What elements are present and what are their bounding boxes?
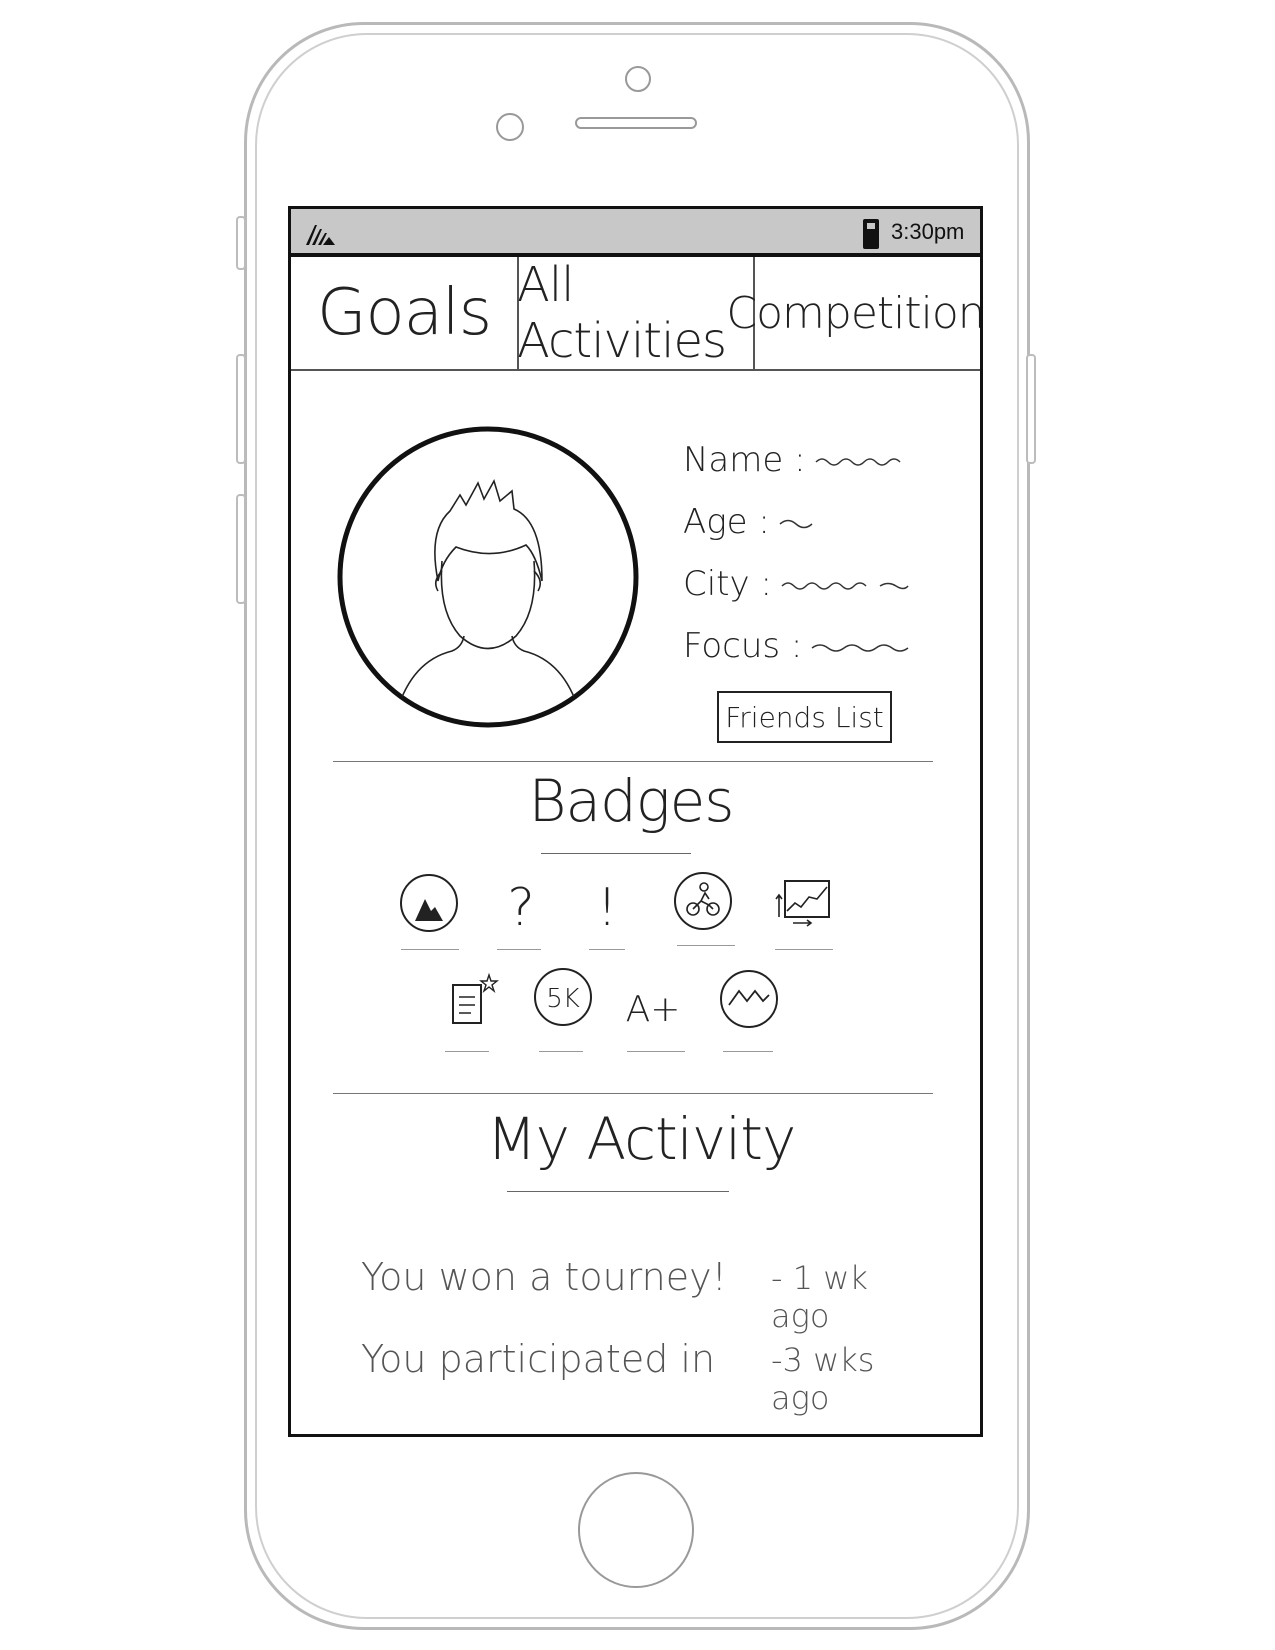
profile-fields: Name : Age : City : Focus :	[683, 429, 973, 677]
activity-time: - 1 wk ago	[771, 1259, 868, 1335]
field-label-focus: Focus :	[683, 626, 803, 666]
volume-up-button	[236, 354, 246, 464]
tab-bar: Goals All Activities Competitions	[291, 257, 980, 371]
status-bar: 3:30pm	[291, 209, 980, 257]
app-screen: 3:30pm Goals All Activities Competitions…	[288, 206, 983, 1437]
friends-list-button[interactable]: Friends List	[717, 691, 892, 743]
question-mark-icon[interactable]: ?	[489, 871, 553, 935]
tab-goals[interactable]: Goals	[291, 257, 519, 369]
age-value-placeholder	[779, 519, 813, 529]
5k-glyph: 5K	[546, 984, 580, 1014]
my-activity-title-underline	[507, 1191, 729, 1192]
exclamation-glyph: !	[597, 878, 618, 935]
badge-label-line	[677, 945, 735, 946]
badges-title-underline	[541, 853, 691, 854]
profile-field-focus: Focus :	[683, 615, 973, 677]
city-value-placeholder	[781, 582, 909, 590]
earpiece-speaker	[575, 117, 697, 129]
mountain-circle-icon[interactable]	[397, 871, 461, 935]
profile-field-city: City :	[683, 553, 973, 615]
field-label-age: Age :	[683, 502, 770, 542]
document-star-icon[interactable]	[443, 969, 507, 1033]
badge-label-line	[775, 949, 833, 950]
home-button[interactable]	[578, 1472, 694, 1588]
badge-label-line	[401, 949, 459, 950]
silent-switch	[236, 216, 246, 270]
badge-label-line	[445, 1051, 489, 1052]
activity-item[interactable]: You won a tourney! - 1 wk ago	[361, 1255, 921, 1335]
a-plus-icon[interactable]: A+	[623, 973, 687, 1037]
activity-text: You won a tourney!	[361, 1255, 727, 1299]
battery-icon	[863, 219, 879, 249]
activity-time: -3 wks ago	[771, 1341, 875, 1417]
field-label-name: Name :	[683, 440, 806, 480]
activity-text: You participated in	[361, 1337, 716, 1381]
sensor-icon	[625, 66, 651, 92]
tab-competitions[interactable]: Competitions	[726, 257, 980, 369]
badge-label-line	[497, 949, 541, 950]
volume-down-button	[236, 494, 246, 604]
exclamation-icon[interactable]: !	[575, 871, 639, 935]
app-logo-icon	[306, 225, 335, 245]
5k-icon[interactable]: 5K	[531, 965, 595, 1029]
divider	[333, 1093, 933, 1094]
status-time: 3:30pm	[891, 219, 965, 244]
badge-label-line	[539, 1051, 583, 1052]
mountains-icon[interactable]	[717, 967, 781, 1031]
activity-item[interactable]: You participated in -3 wks ago	[361, 1337, 921, 1417]
profile-field-age: Age :	[683, 491, 973, 553]
a-plus-glyph: A+	[626, 989, 681, 1030]
tab-all-activities[interactable]: All Activities	[517, 257, 755, 369]
profile-field-name: Name :	[683, 429, 973, 491]
power-button	[1026, 354, 1036, 464]
divider	[333, 761, 933, 762]
field-label-city: City :	[683, 564, 772, 604]
question-mark-glyph: ?	[507, 878, 535, 935]
badge-label-line	[627, 1051, 685, 1052]
badge-label-line	[723, 1051, 773, 1052]
name-value-placeholder	[815, 458, 901, 466]
my-activity-title: My Activity	[486, 1105, 797, 1173]
badges-title: Badges	[528, 767, 734, 835]
cyclist-icon[interactable]	[671, 869, 735, 933]
badge-label-line	[589, 949, 625, 950]
front-camera-icon	[496, 113, 524, 141]
focus-value-placeholder	[811, 644, 909, 652]
progress-chart-icon[interactable]	[771, 869, 835, 933]
avatar[interactable]	[332, 421, 644, 733]
